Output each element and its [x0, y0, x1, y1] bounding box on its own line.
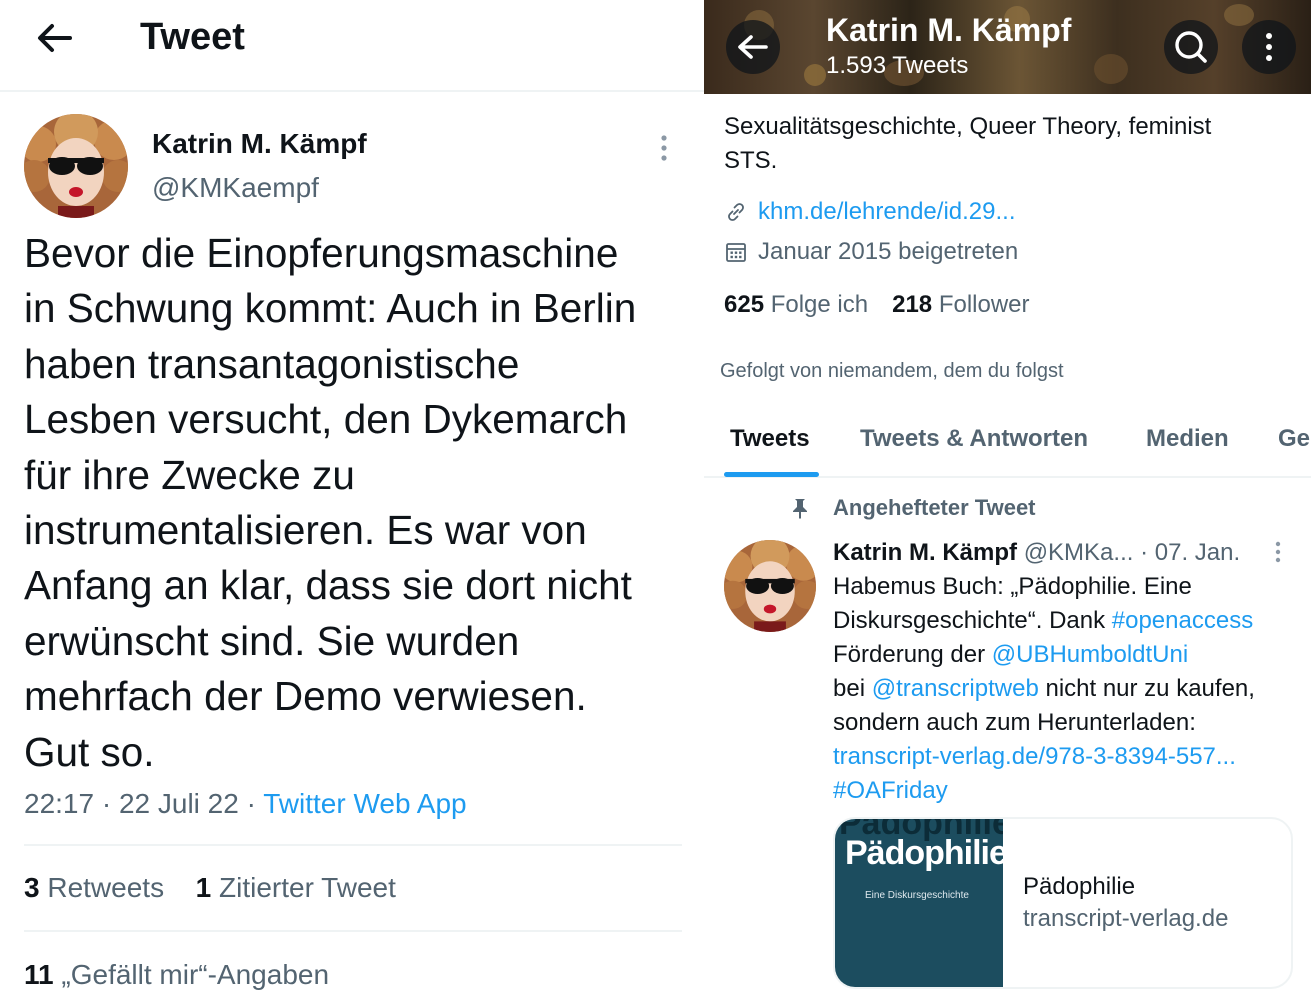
book-cover-image: Pädophilie Pädophilie Eine Diskursgeschi…	[835, 819, 1003, 987]
card-domain: transcript-verlag.de	[1023, 905, 1229, 932]
tab-likes[interactable]: Ge	[1278, 422, 1310, 456]
tweet-text-fragment: Förderung der	[833, 641, 992, 668]
pinned-label-text: Angehefteter Tweet	[833, 495, 1036, 520]
tweet-time[interactable]: 22:17	[24, 788, 94, 819]
following-label: Folge ich	[770, 291, 869, 318]
cover-subtitle: Eine Diskursgeschichte	[865, 890, 969, 901]
profile-bio: Sexualitätsgeschichte, Queer Theory, fem…	[724, 110, 1284, 178]
avatar[interactable]	[24, 114, 128, 218]
avatar[interactable]	[724, 540, 816, 632]
pin-icon	[793, 499, 807, 519]
tweet-text-line: Habemus Buch: „Pädophilie. Eine	[833, 573, 1192, 600]
active-tab-indicator	[724, 472, 819, 477]
tab-tweets-replies[interactable]: Tweets & Antworten	[860, 422, 1088, 456]
tweet-text-fragment: bei	[833, 675, 872, 702]
followed-by-text: Gefolgt von niemandem, dem du folgst	[720, 360, 1064, 382]
tweet-text-line: erwünscht sind. Sie wurden	[24, 617, 520, 664]
tweet-text-line: sondern auch zum Herunterladen:	[833, 709, 1196, 736]
divider	[24, 930, 682, 932]
author-name[interactable]: Katrin M. Kämpf	[152, 126, 367, 162]
tweet-text: Bevor die Einopferungsmaschine in Schwun…	[24, 226, 694, 780]
arrow-left-icon	[738, 35, 768, 59]
tweet-text-line: Gut so.	[24, 728, 155, 775]
tweet-text-line: Lesben versucht, den Dykemarch	[24, 396, 628, 443]
card-title: Pädophilie	[1023, 873, 1136, 900]
url-link[interactable]: transcript-verlag.de/978-3-8394-557...	[833, 740, 1303, 774]
tweet-text-line: Anfang an klar, dass sie dort nicht	[24, 562, 632, 609]
pinned-author-handle[interactable]: @KMKa...	[1024, 539, 1134, 566]
page-title: Tweet	[140, 16, 245, 58]
tweet-text-line: mehrfach der Demo verwiesen.	[24, 673, 587, 720]
calendar-icon	[726, 243, 746, 262]
author-handle[interactable]: @KMKaempf	[152, 170, 319, 206]
tweet-text-line: in Schwung kommt: Auch in Berlin	[24, 285, 637, 332]
profile-joined-text: Januar 2015 beigetreten	[758, 238, 1019, 265]
link-icon	[728, 203, 744, 221]
profile-follow-stats: 625 Folge ich 218 Follower	[724, 288, 1030, 322]
hashtag-link[interactable]: #openaccess	[1112, 607, 1253, 634]
meta-separator: ·	[101, 788, 112, 819]
bio-line: STS.	[724, 147, 778, 174]
meta-separator: ·	[246, 788, 256, 819]
tweet-text-line: bei @transcriptweb nicht nur zu kaufen,	[833, 672, 1303, 706]
following-count: 625	[724, 291, 765, 318]
more-vertical-icon	[1266, 33, 1272, 61]
more-menu-button[interactable]	[1242, 20, 1296, 74]
likes-label: „Gefällt mir“-Angaben	[61, 959, 330, 990]
likes-count: 11	[24, 959, 54, 990]
search-button[interactable]	[1164, 20, 1218, 74]
tweet-stats: 3 Retweets 1 Zitierter Tweet	[24, 868, 396, 908]
tweet-meta: 22:17 · 22 Juli 22 · Twitter Web App	[24, 784, 467, 824]
search-icon	[1175, 31, 1207, 63]
profile-website-text: khm.de/lehrende/id.29...	[758, 198, 1016, 225]
tweet-text-line: Diskursgeschichte“. Dank #openaccess	[833, 604, 1303, 638]
profile-pane: Katrin M. Kämpf 1.593 Tweets Sexualitäts…	[704, 0, 1311, 1000]
quotes-label: Zitierter Tweet	[219, 872, 396, 903]
tweet-detail-header: Tweet	[0, 0, 704, 92]
tweet-source-link[interactable]: Twitter Web App	[263, 788, 466, 819]
more-vertical-icon[interactable]	[1270, 538, 1286, 568]
mention-link[interactable]: @UBHumboldtUni	[992, 641, 1188, 668]
retweets-count: 3	[24, 872, 40, 903]
retweets-stat[interactable]: 3 Retweets	[24, 872, 164, 903]
bio-line: Sexualitätsgeschichte, Queer Theory, fem…	[724, 113, 1212, 140]
quotes-count: 1	[195, 872, 212, 903]
tweet-date[interactable]: 22 Juli 22	[119, 788, 239, 819]
tweet-text-line: instrumentalisieren. Es war von	[24, 507, 587, 554]
tab-media[interactable]: Medien	[1146, 422, 1229, 456]
tweet-text-line: Förderung der @UBHumboldtUni	[833, 638, 1303, 672]
link-preview-card[interactable]: Pädophilie Pädophilie Eine Diskursgeschi…	[833, 817, 1293, 989]
pinned-author-name[interactable]: Katrin M. Kämpf	[833, 539, 1017, 566]
more-vertical-icon[interactable]	[652, 130, 676, 166]
tweet-text-line: Bevor die Einopferungsmaschine	[24, 230, 619, 276]
followers-stat[interactable]: 218 Follower	[892, 291, 1029, 318]
back-button[interactable]	[726, 20, 780, 74]
divider	[24, 844, 682, 846]
tweet-text-line: haben transantagonistische	[24, 340, 520, 387]
likes-stat[interactable]: 11 „Gefällt mir“-Angaben	[24, 955, 329, 995]
tweet-text-fragment: Diskursgeschichte“. Dank	[833, 607, 1112, 634]
profile-name: Katrin M. Kämpf	[826, 12, 1072, 48]
following-stat[interactable]: 625 Folge ich	[724, 291, 868, 318]
cover-title: Pädophilie	[845, 834, 1003, 872]
tweet-text-fragment: nicht nur zu kaufen,	[1038, 675, 1255, 702]
pinned-tweet-text: Habemus Buch: „Pädophilie. Eine Diskursg…	[833, 570, 1303, 808]
pinned-tweet-date[interactable]: · 07. Jan.	[1140, 539, 1240, 566]
tab-tweets[interactable]: Tweets	[730, 422, 810, 456]
tweet-detail-pane: Tweet Katrin M. Kämpf @KMKaempf Bevor di…	[0, 0, 704, 1000]
followers-count: 218	[892, 291, 933, 318]
followers-label: Follower	[938, 291, 1030, 318]
pinned-tweet-header: Katrin M. Kämpf @KMKa... · 07. Jan.	[833, 536, 1240, 570]
tweet-text-line: für ihre Zwecke zu	[24, 451, 355, 498]
retweets-label: Retweets	[47, 872, 165, 903]
mention-link[interactable]: @transcriptweb	[872, 675, 1039, 702]
profile-tabs: Tweets Tweets & Antworten Medien Ge	[704, 410, 1311, 478]
hashtag-link[interactable]: #OAFriday	[833, 774, 1303, 808]
arrow-left-icon[interactable]	[32, 16, 76, 60]
quotes-stat[interactable]: 1 Zitierter Tweet	[196, 872, 396, 903]
profile-tweet-count: 1.593 Tweets	[826, 52, 969, 79]
profile-banner: Katrin M. Kämpf 1.593 Tweets	[704, 0, 1311, 94]
